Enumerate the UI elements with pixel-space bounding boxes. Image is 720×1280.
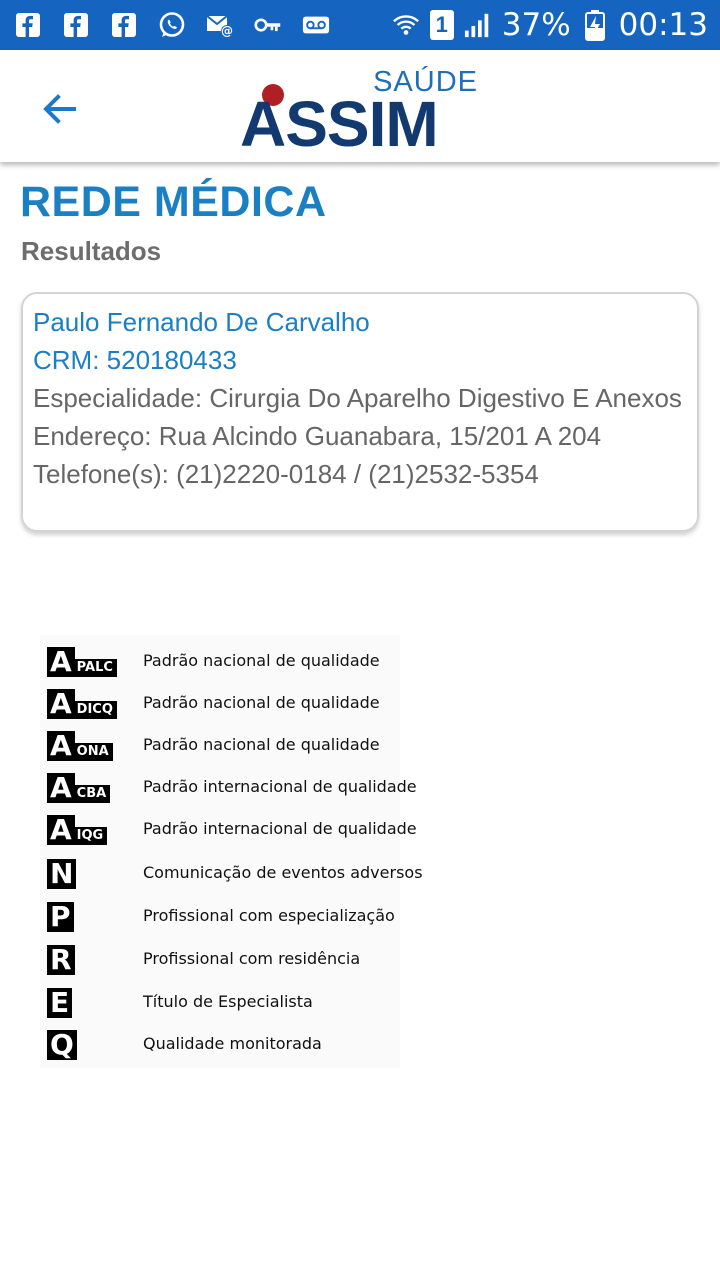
legend-row: P Profissional com especialização <box>40 898 400 934</box>
legend-row: E Título de Especialista <box>40 984 400 1020</box>
signal-icon <box>464 11 492 39</box>
battery-percent: 37% <box>501 7 571 43</box>
legend-text: Comunicação de eventos adversos <box>143 863 423 882</box>
notification-icons: @ <box>14 11 350 39</box>
clock: 00:13 <box>618 7 708 43</box>
cba-badge-icon: A CBA <box>47 769 111 803</box>
legend-text: Qualidade monitorada <box>143 1034 322 1053</box>
back-button[interactable] <box>34 86 84 136</box>
doctor-result-card[interactable]: Paulo Fernando De Carvalho CRM: 52018043… <box>21 292 699 532</box>
doctor-crm: CRM: 520180433 <box>33 345 237 375</box>
email-icon: @ <box>206 11 234 39</box>
legend-row: R Profissional com residência <box>40 941 400 977</box>
legend-text: Padrão internacional de qualidade <box>143 819 417 838</box>
facebook-icon <box>14 11 42 39</box>
legend-text: Padrão nacional de qualidade <box>143 693 380 712</box>
page-title: REDE MÉDICA <box>20 178 327 226</box>
facebook-icon <box>110 11 138 39</box>
legend-row: Q Qualidade monitorada <box>40 1026 400 1062</box>
whatsapp-icon <box>158 11 186 39</box>
legend-row: A DICQ Padrão nacional de qualidade <box>40 685 400 721</box>
status-bar: @ 1 37% 00:13 <box>0 0 720 50</box>
logo-assim-text: ASSIM <box>240 88 439 160</box>
doctor-phones: Telefone(s): (21)2220-0184 / (21)2532-53… <box>33 459 539 489</box>
legend-row: A IQG Padrão internacional de qualidade <box>40 811 417 847</box>
quality-legend: A PALC Padrão nacional de qualidade A DICQ… <box>40 635 423 1068</box>
doctor-address: Endereço: Rua Alcindo Guanabara, 15/201 … <box>33 421 602 451</box>
legend-text: Padrão nacional de qualidade <box>143 651 380 670</box>
p-badge-icon: P <box>47 898 74 932</box>
arrow-back-icon <box>41 91 77 132</box>
vpn-key-icon <box>254 11 282 39</box>
svg-text:@: @ <box>221 24 233 38</box>
page-subtitle: Resultados <box>21 236 162 266</box>
q-badge-icon: Q <box>47 1026 77 1060</box>
n-badge-icon: N <box>47 855 77 889</box>
legend-text: Profissional com especialização <box>143 906 395 925</box>
sim-icon: 1 <box>429 10 454 40</box>
legend-row: A CBA Padrão internacional de qualidade <box>40 769 417 805</box>
system-icons: 1 37% 00:13 <box>392 7 708 43</box>
legend-row: N Comunicação de eventos adversos <box>40 855 423 891</box>
legend-text: Título de Especialista <box>143 992 313 1011</box>
ona-badge-icon: A ONA <box>47 727 113 761</box>
dicq-badge-icon: A DICQ <box>47 685 117 719</box>
doctor-name: Paulo Fernando De Carvalho <box>33 307 370 337</box>
palc-badge-icon: A PALC <box>47 643 117 677</box>
battery-charging-icon <box>581 10 609 41</box>
legend-text: Padrão nacional de qualidade <box>143 735 380 754</box>
legend-text: Profissional com residência <box>143 949 361 968</box>
e-badge-icon: E <box>47 984 73 1018</box>
legend-text: Padrão internacional de qualidade <box>143 777 417 796</box>
iqg-badge-icon: A IQG <box>47 811 108 845</box>
voicemail-icon <box>302 11 330 39</box>
r-badge-icon: R <box>47 941 75 975</box>
wifi-icon <box>392 11 420 39</box>
facebook-icon <box>62 11 90 39</box>
saude-assim-logo: SAÚDE ASSIM <box>238 64 488 160</box>
doctor-specialty: Especialidade: Cirurgia Do Aparelho Dige… <box>33 383 682 413</box>
app-bar: SAÚDE ASSIM <box>0 50 720 162</box>
legend-row: A PALC Padrão nacional de qualidade <box>40 643 400 679</box>
legend-row: A ONA Padrão nacional de qualidade <box>40 727 400 763</box>
